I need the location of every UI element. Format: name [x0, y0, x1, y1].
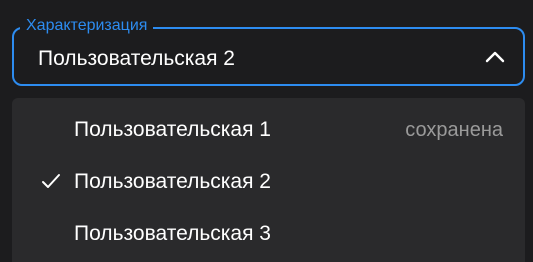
menu-item-custom-1[interactable]: Пользовательская 1 сохранена — [12, 104, 525, 156]
select-current-value: Пользовательская 2 — [38, 47, 235, 70]
dropdown-menu: Пользовательская 1 сохранена Пользовател… — [12, 98, 525, 262]
menu-item-label: Пользовательская 1 — [74, 118, 271, 141]
menu-item-custom-3[interactable]: Пользовательская 3 — [12, 208, 525, 260]
menu-item-custom-2[interactable]: Пользовательская 2 — [12, 156, 525, 208]
menu-item-label: Пользовательская 2 — [74, 170, 271, 193]
chevron-up-icon[interactable] — [483, 47, 507, 67]
select-label: Характеризация — [20, 17, 154, 35]
menu-item-status: сохранена — [405, 119, 503, 141]
menu-item-label: Пользовательская 3 — [74, 222, 271, 245]
characterization-select[interactable]: Пользовательская 2 — [12, 27, 525, 86]
checkmark-icon — [40, 170, 62, 192]
